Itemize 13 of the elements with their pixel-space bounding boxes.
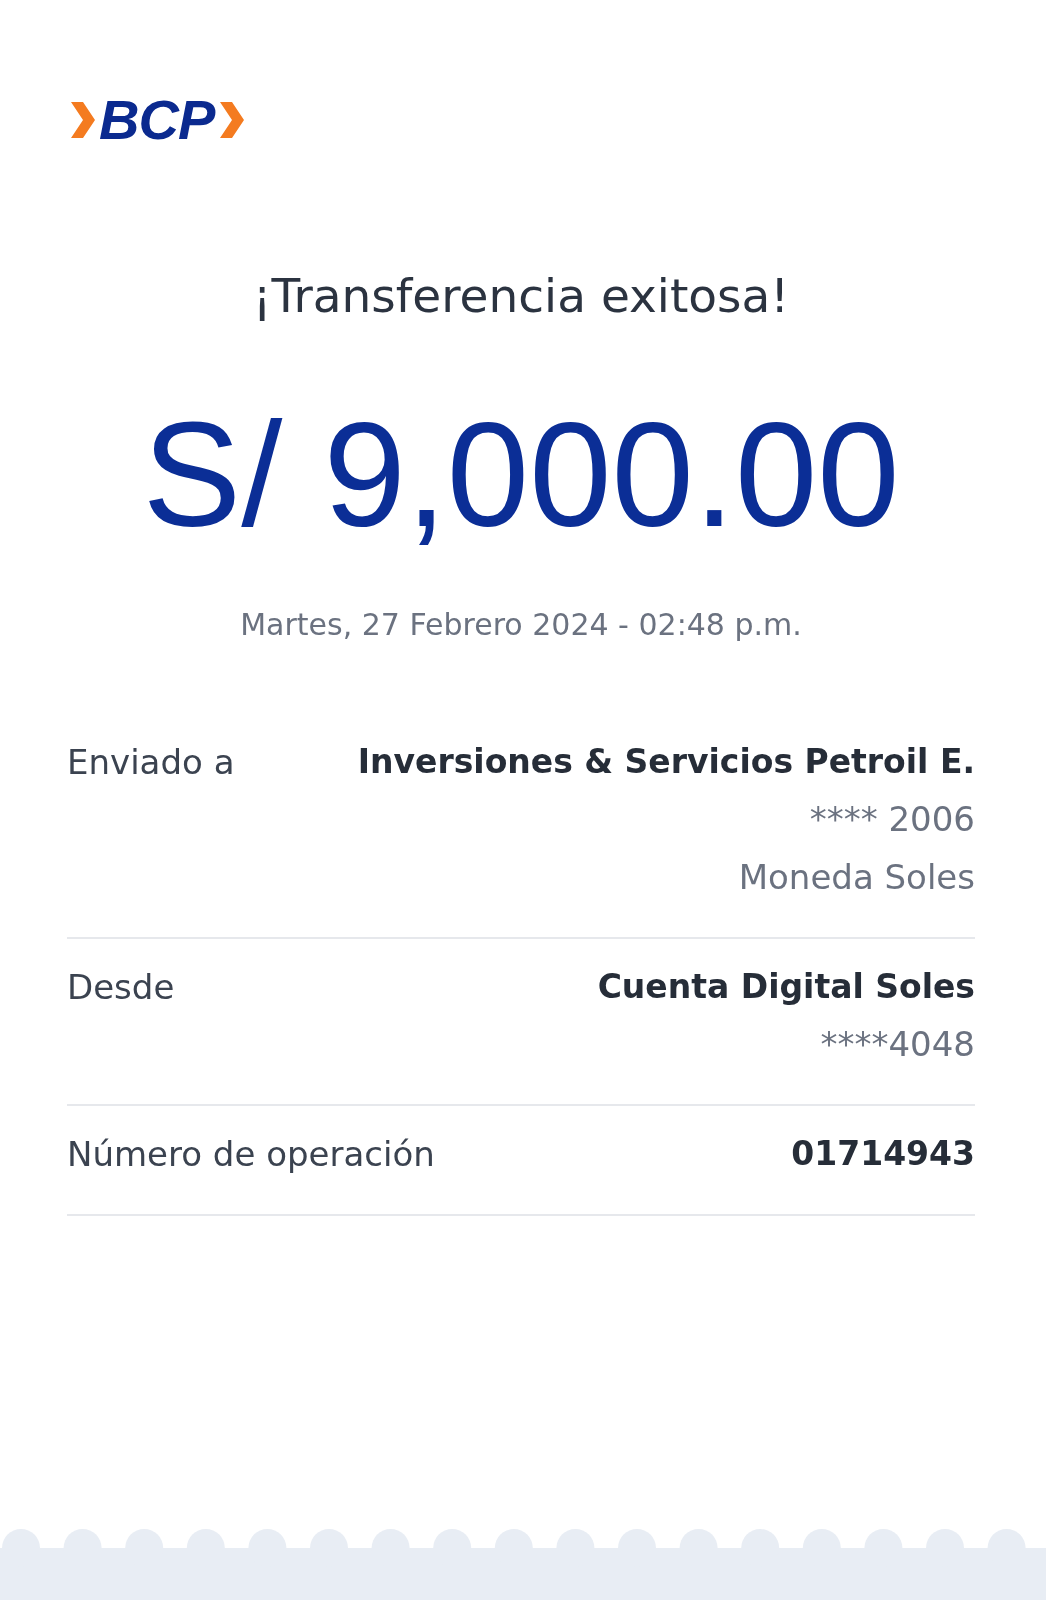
detail-label: Enviado a xyxy=(67,742,235,784)
bank-logo: BCP xyxy=(99,92,215,148)
detail-label: Desde xyxy=(67,967,175,1009)
detail-value: Cuenta Digital Soles xyxy=(597,967,975,1006)
detail-value: Inversiones & Servicios Petroil E. xyxy=(357,742,975,781)
detail-label: Número de operación xyxy=(67,1134,435,1174)
detail-subvalue: **** 2006 xyxy=(809,799,975,839)
transfer-amount: S/ 9,000.00 xyxy=(141,401,901,549)
detail-subvalue: Moneda Soles xyxy=(738,857,975,897)
success-title: ¡Transferencia exitosa! xyxy=(251,268,791,323)
detail-value: 01714943 xyxy=(791,1134,975,1173)
transfer-date: Martes, 27 Febrero 2024 - 02:48 p.m. xyxy=(239,607,803,642)
detail-subvalue: ****4048 xyxy=(820,1024,975,1064)
